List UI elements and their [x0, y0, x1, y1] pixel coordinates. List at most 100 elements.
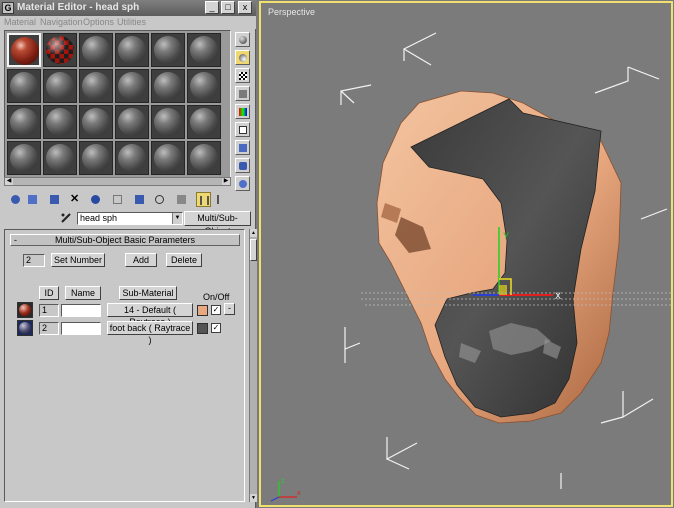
sample-slot[interactable] — [7, 105, 41, 139]
sample-slot[interactable] — [115, 105, 149, 139]
sort-by-submaterial-button[interactable]: Sub-Material — [119, 286, 177, 300]
sample-slot[interactable] — [43, 69, 77, 103]
sample-slot[interactable] — [151, 69, 185, 103]
eyedropper-icon[interactable] — [60, 212, 72, 224]
title-bar[interactable]: G Material Editor - head sph _ □ x — [0, 0, 256, 16]
sample-type-button[interactable] — [235, 32, 250, 47]
close-button[interactable]: x — [238, 1, 252, 14]
material-type-button[interactable]: Multi/Sub-Object — [184, 211, 251, 236]
row-name-field[interactable] — [61, 304, 101, 317]
show-map-button[interactable] — [152, 192, 167, 207]
select-by-material-button[interactable] — [235, 158, 250, 173]
sphere-icon — [19, 322, 31, 334]
row-id-field[interactable]: 2 — [39, 322, 59, 335]
rollout-title: Multi/Sub-Object Basic Parameters — [54, 235, 196, 245]
scroll-right-icon[interactable]: ▶ — [222, 178, 230, 185]
background-button[interactable] — [235, 68, 250, 83]
material-map-navigator-button[interactable] — [235, 176, 250, 191]
delete-button[interactable]: Delete — [166, 253, 202, 267]
get-material-button[interactable] — [8, 192, 23, 207]
show-end-result-button[interactable] — [174, 192, 189, 207]
sample-slot[interactable] — [187, 141, 221, 175]
backlight-button[interactable] — [235, 50, 250, 65]
perspective-viewport[interactable]: Perspective Y X z x — [259, 1, 673, 507]
scroll-thumb[interactable] — [250, 239, 257, 261]
film-icon — [239, 126, 247, 134]
scroll-down-icon[interactable]: ▼ — [250, 494, 257, 502]
sample-slot[interactable] — [7, 69, 41, 103]
maximize-button[interactable]: □ — [221, 1, 235, 14]
put-to-scene-button[interactable] — [25, 192, 40, 207]
sample-sphere — [46, 144, 74, 172]
axis-tripod: z x — [270, 478, 301, 502]
sample-slot[interactable] — [187, 33, 221, 67]
sample-sphere — [46, 108, 74, 136]
reset-map-button[interactable]: ✕ — [67, 192, 82, 207]
add-button[interactable]: Add — [125, 253, 157, 267]
color-swatch[interactable] — [197, 323, 208, 334]
scroll-left-icon[interactable]: ◀ — [5, 178, 13, 185]
sample-slot[interactable] — [187, 69, 221, 103]
sample-slot[interactable] — [115, 69, 149, 103]
submaterial-button[interactable]: foot back ( Raytrace ) — [107, 321, 193, 345]
sample-sphere — [46, 72, 74, 100]
make-preview-button[interactable] — [235, 122, 250, 137]
sample-slot-active[interactable] — [43, 33, 77, 67]
sample-slot[interactable] — [187, 105, 221, 139]
row-id-field[interactable]: 1 — [39, 304, 59, 317]
menu-utilities[interactable]: Utilities — [117, 17, 146, 27]
options-button[interactable] — [235, 140, 250, 155]
video-color-check-button[interactable] — [235, 104, 250, 119]
sample-slot[interactable] — [7, 33, 41, 67]
assign-to-selection-button[interactable] — [47, 192, 62, 207]
sample-slot[interactable] — [79, 69, 113, 103]
sample-slot[interactable] — [115, 141, 149, 175]
row-name-field[interactable] — [61, 322, 101, 335]
sort-by-name-button[interactable]: Name — [65, 286, 101, 300]
app-icon[interactable]: G — [2, 2, 14, 14]
make-unique-button[interactable] — [88, 192, 103, 207]
sample-slot[interactable] — [79, 141, 113, 175]
sample-slot[interactable] — [79, 33, 113, 67]
sample-sphere — [118, 72, 146, 100]
dropdown-arrow-icon[interactable]: ▼ — [172, 213, 182, 224]
sample-slot[interactable] — [151, 141, 185, 175]
rollout-header[interactable]: - Multi/Sub-Object Basic Parameters — [10, 234, 240, 246]
sort-by-id-button[interactable]: ID — [39, 286, 59, 300]
scroll-up-icon[interactable]: ▲ — [250, 229, 257, 237]
set-number-button[interactable]: Set Number — [51, 253, 105, 267]
minimize-button[interactable]: _ — [205, 1, 219, 14]
sample-sphere — [82, 72, 110, 100]
slots-horizontal-scrollbar[interactable]: ◀ ▶ — [4, 177, 231, 186]
number-of-materials-field[interactable]: 2 — [23, 254, 45, 267]
sample-slot[interactable] — [115, 33, 149, 67]
menu-options[interactable]: Options — [83, 17, 114, 27]
sample-slot[interactable] — [151, 105, 185, 139]
color-swatch[interactable] — [197, 305, 208, 316]
go-to-parent-button[interactable] — [196, 192, 211, 207]
sample-slot[interactable] — [7, 141, 41, 175]
svg-text:x: x — [297, 490, 301, 497]
menu-material[interactable]: Material — [4, 17, 36, 27]
panel-vertical-scrollbar[interactable]: ▲ ▼ — [249, 229, 257, 502]
on-off-checkbox[interactable]: ✓ — [211, 305, 221, 315]
sample-slot[interactable] — [151, 33, 185, 67]
submaterial-button[interactable]: 14 - Default ( Raytrace ) — [107, 303, 193, 327]
sample-sphere — [46, 36, 74, 64]
sample-slot[interactable] — [79, 105, 113, 139]
sample-slot[interactable] — [43, 141, 77, 175]
row-minus-button[interactable]: - — [224, 303, 235, 315]
submaterial-thumbnail — [17, 320, 33, 336]
on-off-checkbox[interactable]: ✓ — [211, 323, 221, 333]
material-effects-channel-button[interactable] — [132, 192, 147, 207]
sample-sphere — [10, 108, 38, 136]
go-forward-sibling-button[interactable] — [214, 192, 229, 207]
uv-tiling-button[interactable] — [235, 86, 250, 101]
menu-navigation[interactable]: Navigation — [40, 17, 83, 27]
material-name-input[interactable]: head sph ▼ — [77, 212, 183, 225]
color-check-icon — [239, 108, 247, 116]
parent-icon — [200, 196, 209, 205]
sample-slot[interactable] — [43, 105, 77, 139]
put-to-library-button[interactable] — [110, 192, 125, 207]
svg-text:z: z — [281, 478, 285, 485]
